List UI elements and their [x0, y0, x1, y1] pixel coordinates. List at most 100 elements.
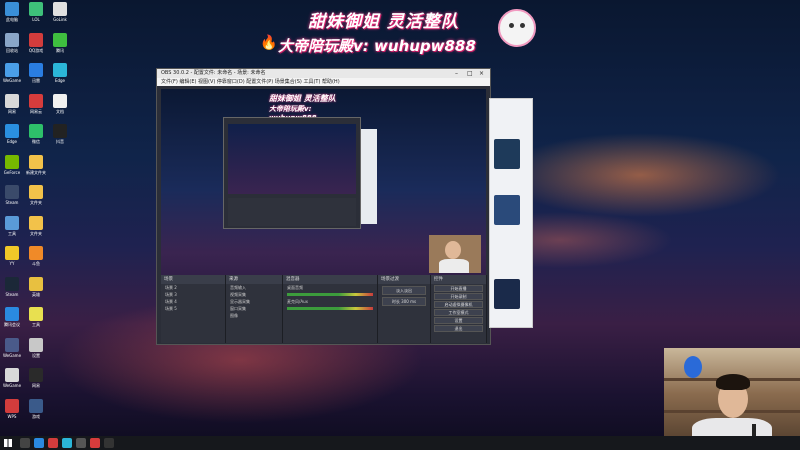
desktop-icon-label: 文件夹 — [30, 230, 42, 236]
mixer-dock[interactable]: 混音器 桌面音频 麦克风/Aux — [283, 275, 378, 343]
mic-audio-meter[interactable] — [287, 307, 373, 310]
desktop-icon-label: 迅雷 — [32, 78, 40, 83]
taskbar-app-icon[interactable] — [34, 438, 44, 448]
obs-window[interactable]: OBS 30.0.2 - 配置文件: 未命名 - 场景: 未命名 – □ × 文… — [156, 68, 491, 345]
taskbar-app-icon[interactable] — [90, 438, 100, 448]
taskbar-app-icon[interactable] — [48, 438, 58, 448]
app-icon — [29, 307, 43, 321]
desktop-icon[interactable]: 文档 — [49, 93, 71, 115]
source-item[interactable]: 显示器采集 — [226, 298, 282, 305]
controls-dock[interactable]: 控件 开始直播 开始录制 启动虚拟摄像机 工作室模式 设置 退出 — [431, 275, 487, 343]
desktop-icon-label: 抖音 — [56, 139, 64, 144]
app-icon — [5, 337, 19, 352]
desktop-icon[interactable]: 网易 — [1, 93, 23, 115]
obs-taskbar-icon[interactable] — [104, 438, 114, 448]
desktop-icon[interactable]: 斗鱼 — [25, 246, 47, 267]
app-icon — [29, 368, 43, 382]
source-item[interactable]: 图像 — [226, 312, 282, 319]
side-card[interactable] — [494, 279, 520, 309]
desktop-icon[interactable]: GeForce — [1, 154, 23, 175]
side-card[interactable] — [494, 139, 520, 169]
control-button[interactable]: 退出 — [434, 325, 483, 332]
sources-dock[interactable]: 来源 音频输入 视频采集 显示器采集 窗口采集 图像 — [226, 275, 283, 343]
app-icon — [5, 215, 19, 230]
scene-item[interactable]: 场景 3 — [161, 291, 225, 298]
desktop-icon[interactable]: WeGame — [1, 368, 23, 388]
desktop-icon[interactable]: 英雄 — [25, 276, 47, 298]
close-icon[interactable]: × — [479, 69, 484, 78]
desktop-icon[interactable]: 抖音 — [49, 124, 71, 145]
desktop-icon-label: WeGame — [2, 383, 22, 388]
obs-titlebar[interactable]: OBS 30.0.2 - 配置文件: 未命名 - 场景: 未命名 – □ × — [157, 69, 490, 78]
desktop-audio-meter[interactable] — [287, 293, 373, 296]
desktop-icon[interactable]: LOL — [25, 2, 47, 22]
desktop-icon-label: YY — [9, 261, 15, 266]
nested-docks — [228, 198, 356, 226]
scene-item[interactable]: 场景 4 — [161, 298, 225, 305]
desktop-icon[interactable]: 回收站 — [1, 32, 23, 54]
control-button[interactable]: 开始直播 — [434, 285, 483, 292]
desktop-icon[interactable]: Steam — [1, 276, 23, 297]
desktop-icon[interactable]: Edge — [1, 124, 23, 144]
desktop-icon-label: WeGame — [2, 78, 22, 83]
app-icon — [53, 2, 67, 16]
desktop-icon[interactable]: 文件夹 — [25, 215, 47, 237]
edge-icon[interactable] — [62, 438, 72, 448]
desktop-icon[interactable]: 腾讯会议 — [1, 307, 23, 328]
mixer-desktop-audio: 桌面音频 — [287, 285, 303, 290]
folder-icon — [29, 185, 43, 199]
desktop-icon[interactable]: 新建文件夹 — [25, 154, 47, 176]
search-icon[interactable] — [20, 438, 30, 448]
wechat-icon — [29, 124, 43, 138]
desktop-icon[interactable]: WPS — [1, 398, 23, 419]
desktop-icon[interactable]: 文件夹 — [25, 185, 47, 206]
desktop-icon-label: 微信 — [32, 139, 40, 144]
desktop-icon[interactable]: 游戏 — [25, 398, 47, 420]
banner-line-2: 大帝陪玩殿v: wuhupw888 — [278, 37, 476, 55]
control-button[interactable]: 启动虚拟摄像机 — [434, 301, 483, 308]
desktop-icon[interactable]: 腾讯 — [49, 32, 71, 54]
desktop-icon-label: Edge — [54, 78, 66, 83]
control-button[interactable]: 开始录制 — [434, 293, 483, 300]
desktop-icon[interactable]: 此电脑 — [1, 2, 23, 23]
control-button[interactable]: 设置 — [434, 317, 483, 324]
source-item[interactable]: 视频采集 — [226, 291, 282, 298]
transition-duration[interactable]: 时长 300 ms — [382, 297, 426, 306]
source-item[interactable]: 窗口采集 — [226, 305, 282, 312]
edge-icon — [5, 124, 19, 138]
desktop-icon[interactable]: 网易 — [25, 368, 47, 389]
desktop-icon[interactable]: Edge — [49, 63, 71, 83]
source-item[interactable]: 音频输入 — [226, 284, 282, 291]
scene-item[interactable]: 场景 5 — [161, 305, 225, 312]
desktop-icon[interactable]: WeGame — [1, 337, 23, 358]
desktop-icon[interactable]: 迅雷 — [25, 63, 47, 84]
desktop-icon-label: 文件夹 — [30, 200, 42, 205]
desktop-icon[interactable]: QQ游戏 — [25, 32, 47, 54]
desktop-icon[interactable]: 网易云 — [25, 93, 47, 115]
transition-select[interactable]: 淡入淡出 — [382, 286, 426, 295]
side-window[interactable] — [489, 98, 533, 328]
scenes-dock[interactable]: 场景 场景 2 场景 3 场景 4 场景 5 — [161, 275, 226, 343]
minimize-icon[interactable]: – — [455, 69, 458, 78]
desktop-icon-label: 此电脑 — [6, 17, 18, 22]
desktop-icon[interactable]: WeGame — [1, 63, 23, 83]
desktop-icon[interactable]: GoLink — [49, 2, 71, 22]
desktop-icon[interactable]: Steam — [1, 185, 23, 205]
desktop-icon[interactable]: YY — [1, 246, 23, 266]
desktop-icon[interactable]: 设置 — [25, 337, 47, 359]
desktop-icon-label: 回收站 — [6, 47, 18, 53]
desktop-icon-label: 网易云 — [30, 108, 42, 114]
maximize-icon[interactable]: □ — [467, 69, 473, 78]
app-icon — [29, 246, 43, 260]
side-card[interactable] — [494, 195, 520, 225]
start-icon[interactable] — [4, 439, 12, 447]
obs-menubar[interactable]: 文件(F) 编辑(E) 视图(V) 停靠窗口(D) 配置文件(P) 场景集合(S… — [157, 78, 490, 86]
desktop-icon[interactable]: 工具 — [25, 307, 47, 328]
scene-item[interactable]: 场景 2 — [161, 284, 225, 291]
desktop-icon[interactable]: 微信 — [25, 124, 47, 145]
transitions-dock[interactable]: 场景过渡 淡入淡出 时长 300 ms — [378, 275, 431, 343]
desktop-icon-label: WPS — [7, 413, 17, 419]
taskbar-app-icon[interactable] — [76, 438, 86, 448]
control-button[interactable]: 工作室模式 — [434, 309, 483, 316]
desktop-icon[interactable]: 工具 — [1, 215, 23, 237]
